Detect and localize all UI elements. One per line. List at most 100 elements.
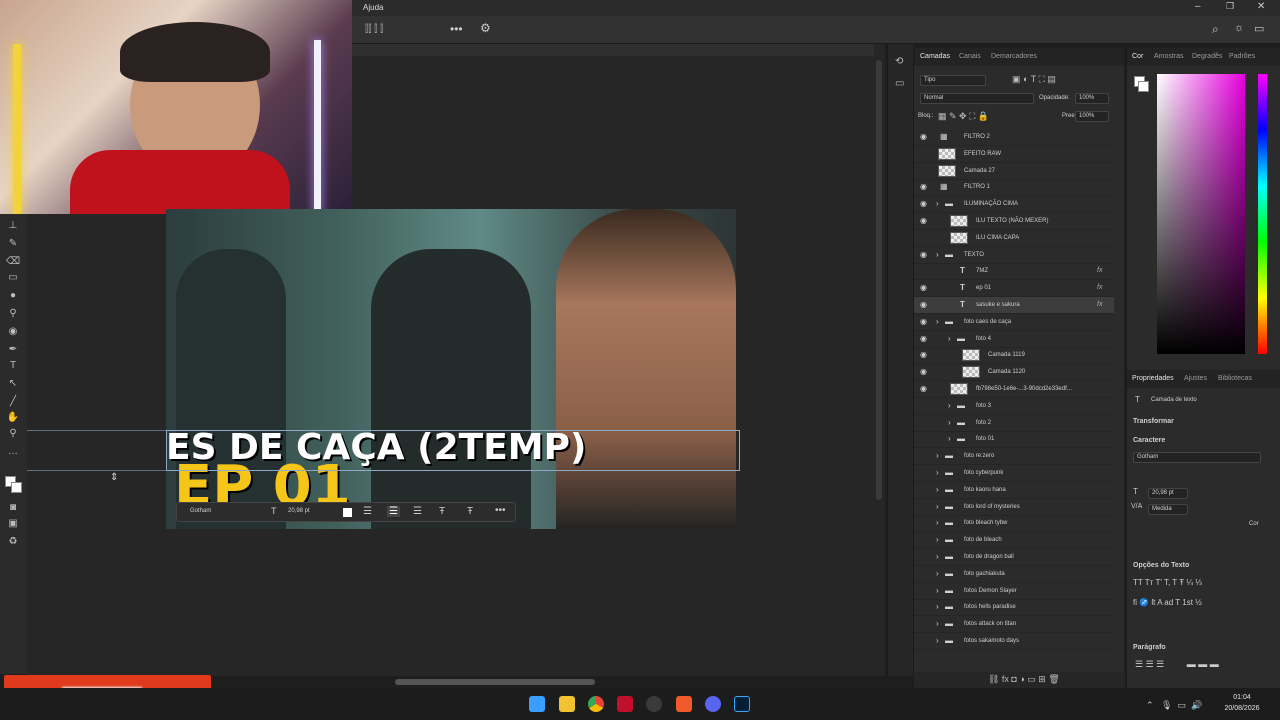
hand-tool-icon[interactable]: ✋ — [6, 412, 20, 424]
layer-row[interactable]: › ▬ fotos Demon Slayer — [914, 583, 1114, 600]
chevron-icon[interactable]: › — [936, 552, 939, 561]
align-center-icon[interactable]: ☰ — [387, 506, 400, 517]
section-paragraph[interactable]: Parágrafo — [1133, 644, 1166, 651]
transform-bounding-box[interactable] — [166, 430, 740, 471]
layer-row[interactable]: › ▬ foto gachiakuta — [914, 566, 1114, 583]
chevron-icon[interactable]: › — [936, 636, 939, 645]
more-icon[interactable]: ••• — [495, 505, 506, 516]
layer-row[interactable]: T 7MZ fx — [914, 263, 1114, 281]
visibility-eye-icon[interactable]: ◉ — [920, 385, 929, 393]
visibility-eye-icon[interactable]: ◉ — [920, 351, 929, 359]
eraser-tool-icon[interactable]: ⌫ — [6, 256, 20, 268]
blur-tool-icon[interactable]: ● — [6, 290, 20, 302]
text-style-icons[interactable]: TT Tт T' T, T Ŧ ¼ ⅓ — [1133, 578, 1202, 587]
layer-row[interactable]: ◉ Tsasuke e sakura fx — [914, 297, 1114, 314]
tray-icons[interactable]: ⌃ 🎙 ▭ 🔊 — [1146, 700, 1202, 711]
align-left-icon[interactable]: ☰ — [363, 506, 372, 517]
layer-row[interactable]: › ▬ foto bleach tybw — [914, 515, 1114, 533]
chevron-icon[interactable]: › — [936, 468, 939, 477]
layer-row[interactable]: EFEITO RAW — [914, 146, 1114, 163]
tab-demarcadores[interactable]: Demarcadores — [991, 53, 1037, 60]
pen-tool-icon[interactable]: ✒ — [6, 344, 20, 356]
layer-row[interactable]: › ▬ foto de bleach — [914, 532, 1114, 550]
chevron-icon[interactable]: › — [936, 518, 939, 527]
stamp-tool-icon[interactable]: ⊥ — [6, 220, 20, 232]
gradient-tool-icon[interactable]: ▭ — [6, 272, 20, 284]
history-brush-icon[interactable]: ✎ — [6, 238, 20, 250]
lightbulb-icon[interactable]: ☼ — [1234, 22, 1244, 34]
text-options-icon[interactable]: Ŧ — [467, 506, 473, 517]
font-select[interactable]: Gotham — [187, 507, 265, 518]
layer-row[interactable]: › ▬ fotos hells paradise — [914, 599, 1114, 617]
layer-row[interactable]: ◉ › ▬ foto 4 — [914, 331, 1114, 348]
paragraph-align-icons[interactable]: ☰ ☰ ☰ ▬ ▬ ▬ — [1135, 659, 1219, 670]
chevron-icon[interactable]: › — [936, 485, 939, 494]
minimize-button[interactable]: – — [1195, 1, 1201, 12]
layer-row[interactable]: ◉ ▦ FILTRO 2 — [914, 129, 1114, 146]
tab-degrades[interactable]: Degradês — [1192, 53, 1222, 60]
filter-kind-icons[interactable]: ▣ ◐ T ⛶ ▤ — [1012, 74, 1056, 85]
visibility-eye-icon[interactable]: ◉ — [920, 317, 929, 326]
quick-mask-icon[interactable]: ◙ — [6, 502, 20, 514]
hue-slider[interactable] — [1258, 74, 1267, 354]
layer-row[interactable]: ◉ fb798e50-1e6e-...3-90dcd2e33edf... — [914, 381, 1114, 398]
properties-font-select[interactable]: Gotham — [1133, 452, 1261, 463]
thumbnail-artboard[interactable]: ES DE CAÇA (2TEMP) EP 01 — [166, 209, 736, 529]
line-tool-icon[interactable]: ╱ — [6, 396, 20, 408]
history-icon[interactable]: ⟲ — [895, 56, 903, 67]
chevron-icon[interactable]: › — [936, 535, 939, 544]
tab-amostras[interactable]: Amostras — [1154, 53, 1184, 60]
visibility-eye-icon[interactable]: ◉ — [920, 368, 929, 376]
streaming-app-icon[interactable] — [617, 696, 633, 712]
layer-row[interactable]: › ▬ foto lord of mysteries — [914, 499, 1114, 516]
chevron-icon[interactable]: › — [948, 418, 951, 427]
chevron-icon[interactable]: › — [948, 401, 951, 410]
blend-mode-select[interactable]: Normal — [920, 93, 1034, 104]
font-size-field[interactable]: 20,98 pt — [285, 507, 337, 518]
layer-footer-icons[interactable]: ⛓ fx ◘ ◑ ▭ ⊞ 🗑 — [988, 674, 1060, 685]
layer-row[interactable]: › ▬ foto de dragon ball — [914, 549, 1114, 566]
layer-row[interactable]: › ▬ foto cyberpunk — [914, 465, 1114, 482]
fx-icon[interactable]: fx — [1097, 267, 1102, 274]
layer-row[interactable]: ILU CIMA CAPA — [914, 230, 1114, 247]
visibility-eye-icon[interactable]: ◉ — [920, 217, 929, 225]
tab-cor[interactable]: Cor — [1132, 53, 1143, 60]
more-tools-icon[interactable]: … — [6, 446, 20, 458]
tab-canais[interactable]: Canais — [959, 53, 981, 60]
layer-row[interactable]: › ▬ foto 3 — [914, 398, 1114, 415]
visibility-eye-icon[interactable]: ◉ — [920, 301, 929, 309]
color-field[interactable] — [1157, 74, 1245, 354]
section-text-options[interactable]: Opções do Texto — [1133, 562, 1189, 569]
visibility-eye-icon[interactable]: ◉ — [920, 133, 929, 141]
type-tool-icon[interactable]: T — [6, 360, 20, 372]
align-right-icon[interactable]: ☰ — [413, 506, 422, 517]
chevron-icon[interactable]: › — [948, 434, 951, 443]
layer-row[interactable]: ◉ Tep 01 fx — [914, 280, 1114, 298]
warp-text-icon[interactable]: Ŧ — [439, 506, 445, 517]
tab-propriedades[interactable]: Propriedades — [1132, 375, 1174, 382]
discord-icon[interactable] — [705, 696, 721, 712]
layer-row[interactable]: ◉ Camada 1119 — [914, 347, 1114, 365]
fx-icon[interactable]: fx — [1097, 301, 1102, 308]
workspace-icon[interactable]: ▭ — [1254, 22, 1264, 35]
gear-icon[interactable]: ⚙ — [480, 21, 491, 35]
start-icon[interactable] — [529, 696, 545, 712]
fx-icon[interactable]: fx — [1097, 284, 1102, 291]
layer-row[interactable]: › ▬ fotos attack on titan — [914, 616, 1114, 634]
layer-row[interactable]: › ▬ foto 2 — [914, 415, 1114, 432]
visibility-eye-icon[interactable]: ◉ — [920, 284, 929, 292]
more-options-icon[interactable]: ••• — [450, 22, 463, 36]
visibility-eye-icon[interactable]: ◉ — [920, 200, 929, 208]
close-button[interactable]: ✕ — [1257, 1, 1265, 12]
chevron-icon[interactable]: › — [936, 199, 939, 208]
chevron-icon[interactable]: › — [948, 334, 951, 343]
restore-button[interactable]: ❐ — [1226, 1, 1234, 12]
tab-camadas[interactable]: Camadas — [920, 53, 950, 60]
clock-date[interactable]: 20/08/2026 — [1215, 705, 1269, 712]
layer-row[interactable]: › ▬ fotos sakamoto days — [914, 633, 1114, 650]
layer-filter-select[interactable]: Tipo — [920, 75, 986, 86]
fill-field[interactable]: 100% — [1075, 111, 1109, 122]
clock-time[interactable]: 01:04 — [1220, 694, 1264, 701]
opacity-field[interactable]: 100% — [1075, 93, 1109, 104]
color-bg-swatch[interactable] — [1138, 81, 1149, 92]
